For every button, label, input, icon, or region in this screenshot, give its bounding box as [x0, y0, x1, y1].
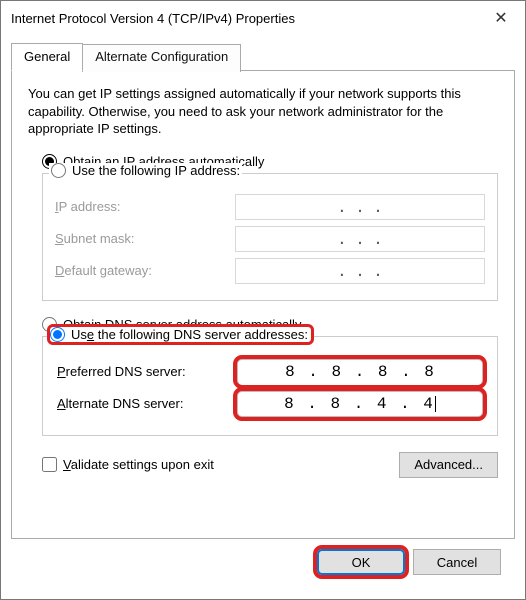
checkbox-validate-input[interactable] [42, 457, 57, 472]
tab-alternate-configuration[interactable]: Alternate Configuration [82, 44, 241, 72]
label-subnet-mask: Subnet mask: [55, 231, 235, 246]
input-subnet-mask: . . . [235, 226, 485, 252]
group-ip-manual: Use the following IP address: IP address… [42, 173, 498, 301]
cancel-button[interactable]: Cancel [413, 549, 501, 575]
group-dns-manual: Use the following DNS server addresses: … [42, 336, 498, 436]
text-caret [435, 396, 436, 412]
input-alternate-dns[interactable]: 8 . 8 . 4 . 4 [237, 391, 483, 417]
dialog-footer: OK Cancel [11, 539, 515, 589]
close-button[interactable]: ✕ [477, 1, 525, 35]
input-default-gateway: . . . [235, 258, 485, 284]
label-preferred-dns: Preferred DNS server: [57, 364, 237, 379]
checkbox-validate[interactable]: Validate settings upon exit [42, 457, 214, 472]
radio-ip-manual[interactable]: Use the following IP address: [49, 163, 242, 178]
radio-dns-manual-label: Use the following DNS server addresses: [71, 327, 308, 342]
radio-ip-manual-label: Use the following IP address: [72, 163, 240, 178]
close-icon: ✕ [494, 8, 507, 28]
tabpanel-general: You can get IP settings assigned automat… [11, 70, 515, 539]
label-default-gateway: Default gateway: [55, 263, 235, 278]
advanced-button[interactable]: Advanced... [399, 452, 498, 478]
radio-ip-manual-input[interactable] [51, 163, 66, 178]
ok-button[interactable]: OK [317, 549, 405, 575]
client-area: General Alternate Configuration You can … [1, 35, 525, 599]
tab-general[interactable]: General [11, 43, 83, 71]
input-ip-address: . . . [235, 194, 485, 220]
intro-text: You can get IP settings assigned automat… [28, 85, 498, 138]
tab-strip: General Alternate Configuration [11, 43, 515, 71]
window-title: Internet Protocol Version 4 (TCP/IPv4) P… [11, 11, 477, 26]
radio-dns-manual-input[interactable] [50, 327, 65, 342]
bottom-row: Validate settings upon exit Advanced... [28, 452, 498, 478]
checkbox-validate-label: Validate settings upon exit [63, 457, 214, 472]
radio-dns-manual[interactable]: Use the following DNS server addresses: [49, 326, 312, 343]
label-ip-address: IP address: [55, 199, 235, 214]
dns-inputs-wrap: Preferred DNS server: 8 . 8 . 8 . 8 Alte… [55, 351, 485, 425]
label-alternate-dns: Alternate DNS server: [57, 396, 237, 411]
input-preferred-dns[interactable]: 8 . 8 . 8 . 8 [237, 359, 483, 385]
dialog-window: Internet Protocol Version 4 (TCP/IPv4) P… [0, 0, 526, 600]
titlebar: Internet Protocol Version 4 (TCP/IPv4) P… [1, 1, 525, 35]
